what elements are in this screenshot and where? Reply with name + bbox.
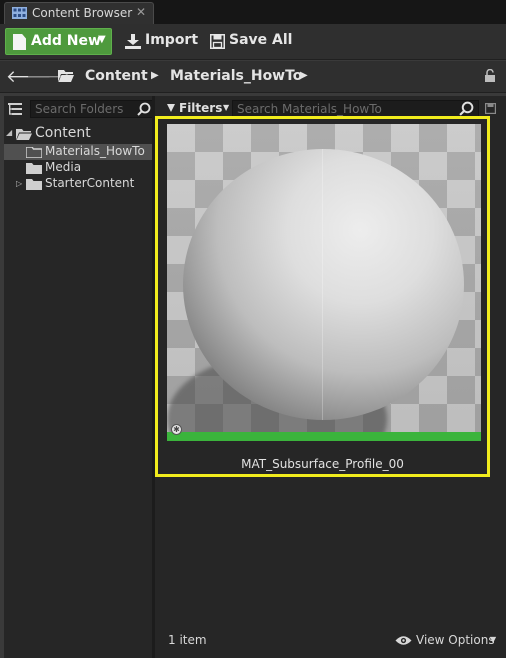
- folder-open-icon: [16, 129, 32, 140]
- breadcrumb-separator-icon[interactable]: ▶: [300, 70, 308, 81]
- toolbar: Add New ▼ Import Save All: [0, 24, 506, 60]
- asset-search-placeholder: Search Materials_HowTo: [237, 102, 382, 116]
- lock-icon[interactable]: [484, 69, 496, 82]
- save-all-label: Save All: [229, 32, 293, 48]
- folder-search-input[interactable]: Search Folders: [30, 100, 154, 118]
- save-search-icon[interactable]: [485, 103, 496, 114]
- search-icon[interactable]: [459, 101, 474, 116]
- item-count: 1 item: [168, 633, 207, 647]
- tree-item-label: Materials_HowTo: [45, 144, 145, 158]
- asset-name: MAT_Subsurface_Profile_00: [241, 457, 404, 471]
- add-new-button[interactable]: Add New ▼: [5, 28, 112, 55]
- add-new-label: Add New: [31, 33, 101, 49]
- filters-label: Filters: [179, 101, 223, 115]
- save-icon: [210, 34, 225, 49]
- content-browser-icon: [12, 7, 27, 19]
- folder-tree-panel: Search Folders ◢ Content Materials_HowTo…: [4, 96, 154, 658]
- tree-item-materials-howto[interactable]: Materials_HowTo: [4, 144, 152, 160]
- asset-tile[interactable]: ✱ MAT_Subsurface_Profile_00: [155, 116, 490, 477]
- sphere-seam: [322, 149, 323, 420]
- expand-arrow-icon[interactable]: ◢: [6, 128, 12, 137]
- breadcrumb-materials-howto[interactable]: Materials_HowTo: [170, 68, 302, 84]
- close-icon[interactable]: ✕: [136, 5, 146, 19]
- folder-icon: [26, 147, 42, 158]
- material-preview-sphere: [183, 149, 464, 420]
- asset-thumbnail[interactable]: ✱: [167, 124, 481, 441]
- tab-content-browser[interactable]: Content Browser ✕: [4, 2, 154, 24]
- folder-icon: [26, 179, 42, 190]
- path-bar: 🡐 🡒 Content ▶ Materials_HowTo ▶: [0, 61, 506, 93]
- chevron-down-icon: ▼: [98, 34, 106, 45]
- folder-search-placeholder: Search Folders: [35, 102, 124, 116]
- search-icon[interactable]: [137, 102, 151, 116]
- tree-item-label: StarterContent: [45, 176, 135, 190]
- breadcrumb-content[interactable]: Content: [85, 68, 148, 84]
- view-options-label: View Options: [416, 633, 495, 647]
- chevron-down-icon: ▼: [223, 103, 230, 112]
- save-all-button[interactable]: Save All: [208, 28, 292, 55]
- tree-view-icon[interactable]: [8, 103, 22, 115]
- expand-arrow-icon[interactable]: ▷: [16, 179, 22, 188]
- import-button[interactable]: Import: [123, 28, 198, 55]
- folder-open-icon: [58, 70, 74, 82]
- view-options-button[interactable]: View Options ▼: [395, 633, 503, 649]
- tree-item-label: Content: [35, 125, 91, 141]
- import-icon: [125, 34, 141, 49]
- tree-item-content[interactable]: ◢ Content: [4, 125, 152, 142]
- tab-strip: Content Browser ✕: [0, 0, 506, 24]
- breadcrumb-separator-icon[interactable]: ▶: [151, 70, 159, 81]
- tree-item-startercontent[interactable]: ▷ StarterContent: [4, 176, 152, 192]
- tree-item-label: Media: [45, 160, 82, 174]
- folder-icon: [26, 163, 42, 174]
- filter-icon: [167, 104, 175, 112]
- asset-type-color-bar: [167, 432, 481, 441]
- asset-status-icon: ✱: [171, 424, 182, 435]
- asset-view-panel: Filters ▼ Search Materials_HowTo ✱ MAT_S…: [155, 96, 506, 658]
- eye-icon: [395, 636, 412, 645]
- chevron-down-icon: ▼: [490, 635, 497, 644]
- import-label: Import: [145, 32, 199, 48]
- tree-item-media[interactable]: Media: [4, 160, 152, 176]
- tab-title: Content Browser: [32, 6, 133, 20]
- new-file-icon: [13, 34, 26, 50]
